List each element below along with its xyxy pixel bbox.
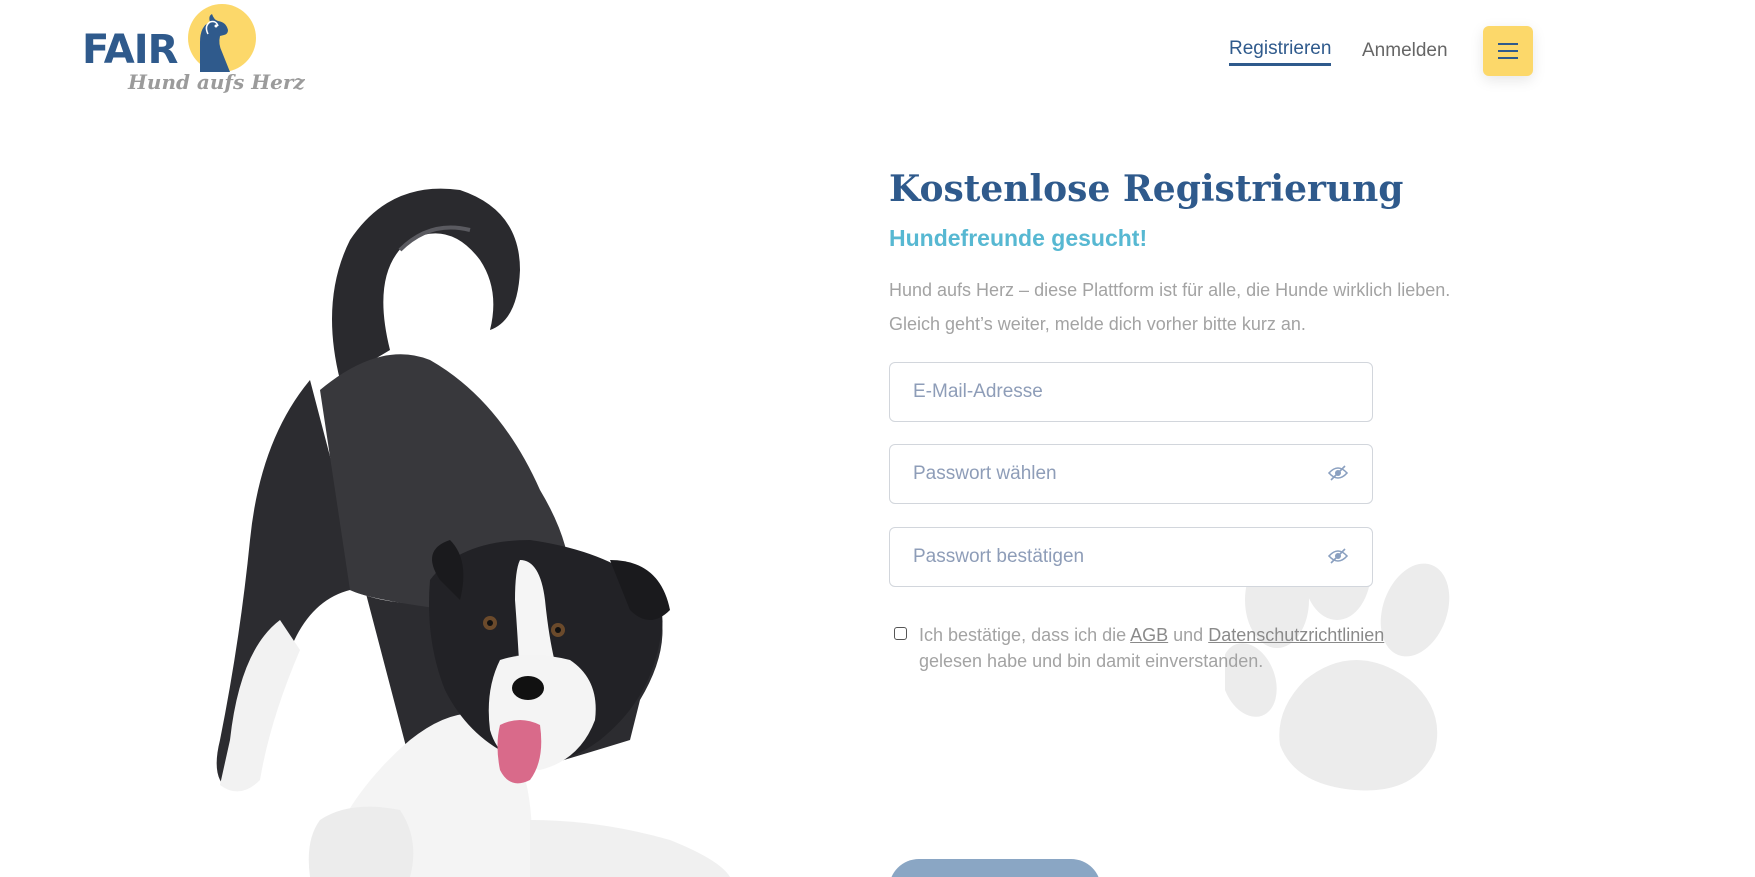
eye-slash-icon[interactable]	[1328, 465, 1348, 481]
consent-text: Ich bestätige, dass ich die AGB und Date…	[919, 622, 1389, 674]
page-subtitle: Hundefreunde gesucht!	[889, 225, 1148, 251]
page-title: Kostenlose Registrierung	[889, 168, 1404, 210]
confirm-password-field[interactable]	[890, 528, 1372, 586]
consent-text-middle: und	[1168, 625, 1209, 645]
consent-text-after: gelesen habe und bin damit einverstanden…	[919, 651, 1264, 671]
privacy-policy-link[interactable]: Datenschutzrichtlinien	[1208, 625, 1384, 645]
brand-logo[interactable]: FAIR Hund aufs Herz	[82, 4, 305, 100]
eye-slash-icon[interactable]	[1328, 548, 1348, 564]
intro-text: Hund aufs Herz – diese Plattform ist für…	[889, 280, 1451, 334]
registration-page: FAIR Hund aufs Herz Registrieren Anmelde…	[0, 0, 1755, 877]
nav-login-link[interactable]: Anmelden	[1362, 40, 1448, 62]
password-field[interactable]	[890, 445, 1372, 503]
email-field[interactable]	[890, 363, 1372, 421]
nav-register-link[interactable]: Registrieren	[1229, 38, 1332, 66]
consent-text-before: Ich bestätige, dass ich die	[919, 625, 1131, 645]
logo-wordmark: FAIR	[82, 27, 178, 73]
submit-button[interactable]	[889, 859, 1101, 877]
menu-button[interactable]	[1483, 26, 1533, 76]
logo-tagline: Hund aufs Herz	[128, 70, 305, 94]
confirm-password-field-wrapper	[889, 527, 1373, 587]
dog-photo	[216, 188, 730, 877]
consent-checkbox[interactable]	[894, 627, 907, 640]
email-field-wrapper	[889, 362, 1373, 422]
password-field-wrapper	[889, 444, 1373, 504]
agb-link[interactable]: AGB	[1130, 625, 1168, 645]
hamburger-icon	[1498, 43, 1518, 59]
logo-dog-icon	[200, 14, 230, 72]
